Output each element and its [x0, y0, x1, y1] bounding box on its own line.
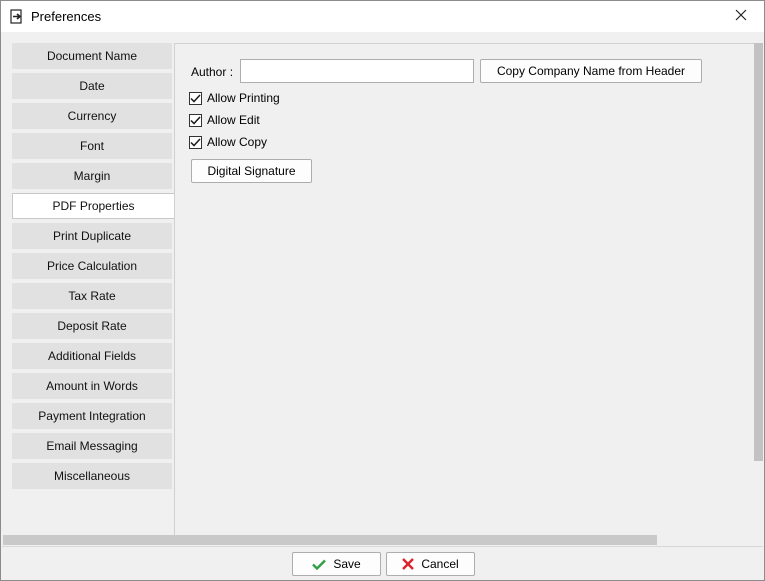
content-area: Document Name Date Currency Font Margin PDF P…	[2, 32, 763, 546]
sidebar-item-document-name[interactable]: Document Name	[12, 43, 172, 69]
preferences-sidebar: Document Name Date Currency Font Margin PDF P…	[12, 43, 174, 493]
sidebar-item-date[interactable]: Date	[12, 73, 172, 99]
export-document-icon	[10, 9, 24, 24]
digital-signature-button[interactable]: Digital Signature	[191, 159, 312, 183]
allow-printing-label: Allow Printing	[207, 91, 280, 105]
window-title: Preferences	[31, 9, 102, 24]
copy-company-name-button[interactable]: Copy Company Name from Header	[480, 59, 702, 83]
allow-copy-checkbox[interactable]	[189, 135, 202, 149]
cancel-button[interactable]: Cancel	[386, 552, 475, 576]
allow-printing-checkbox[interactable]	[189, 91, 202, 105]
sidebar-item-amount-in-words[interactable]: Amount in Words	[12, 373, 172, 399]
x-icon	[402, 558, 415, 570]
sidebar-item-pdf-properties[interactable]: PDF Properties	[12, 193, 174, 219]
close-button[interactable]	[718, 1, 764, 32]
sidebar-item-currency[interactable]: Currency	[12, 103, 172, 129]
sidebar-item-price-calculation[interactable]: Price Calculation	[12, 253, 172, 279]
allow-copy-label: Allow Copy	[207, 135, 268, 149]
dialog-footer: Save Cancel	[2, 546, 763, 580]
sidebar-item-email-messaging[interactable]: Email Messaging	[12, 433, 172, 459]
vertical-scrollbar-thumb[interactable]	[754, 43, 763, 461]
sidebar-item-print-duplicate[interactable]: Print Duplicate	[12, 223, 172, 249]
checkmark-icon	[190, 115, 201, 125]
close-icon	[735, 9, 747, 24]
sidebar-item-tax-rate[interactable]: Tax Rate	[12, 283, 172, 309]
allow-edit-checkbox[interactable]	[189, 113, 202, 127]
sidebar-item-margin[interactable]: Margin	[12, 163, 172, 189]
title-bar[interactable]: Preferences	[1, 1, 764, 32]
save-button[interactable]: Save	[292, 552, 381, 576]
cancel-label: Cancel	[421, 557, 459, 571]
allow-copy-checkbox-row[interactable]: Allow Copy	[189, 135, 267, 149]
allow-edit-label: Allow Edit	[207, 113, 260, 127]
vertical-scrollbar-track[interactable]	[754, 461, 763, 535]
checkmark-icon	[190, 137, 201, 147]
horizontal-scrollbar[interactable]	[3, 535, 657, 545]
checkmark-icon	[190, 93, 201, 103]
checkmark-icon	[312, 559, 327, 570]
pdf-properties-panel: Author : Copy Company Name from Header A…	[174, 43, 754, 535]
author-input[interactable]	[240, 59, 474, 83]
sidebar-item-font[interactable]: Font	[12, 133, 172, 159]
allow-edit-checkbox-row[interactable]: Allow Edit	[189, 113, 260, 127]
allow-printing-checkbox-row[interactable]: Allow Printing	[189, 91, 280, 105]
sidebar-item-deposit-rate[interactable]: Deposit Rate	[12, 313, 172, 339]
sidebar-item-miscellaneous[interactable]: Miscellaneous	[12, 463, 172, 489]
sidebar-item-payment-integration[interactable]: Payment Integration	[12, 403, 172, 429]
save-label: Save	[333, 557, 361, 571]
author-label: Author :	[191, 65, 234, 79]
preferences-window: Preferences Document Name Date Currency Fon…	[0, 0, 765, 581]
sidebar-item-additional-fields[interactable]: Additional Fields	[12, 343, 172, 369]
